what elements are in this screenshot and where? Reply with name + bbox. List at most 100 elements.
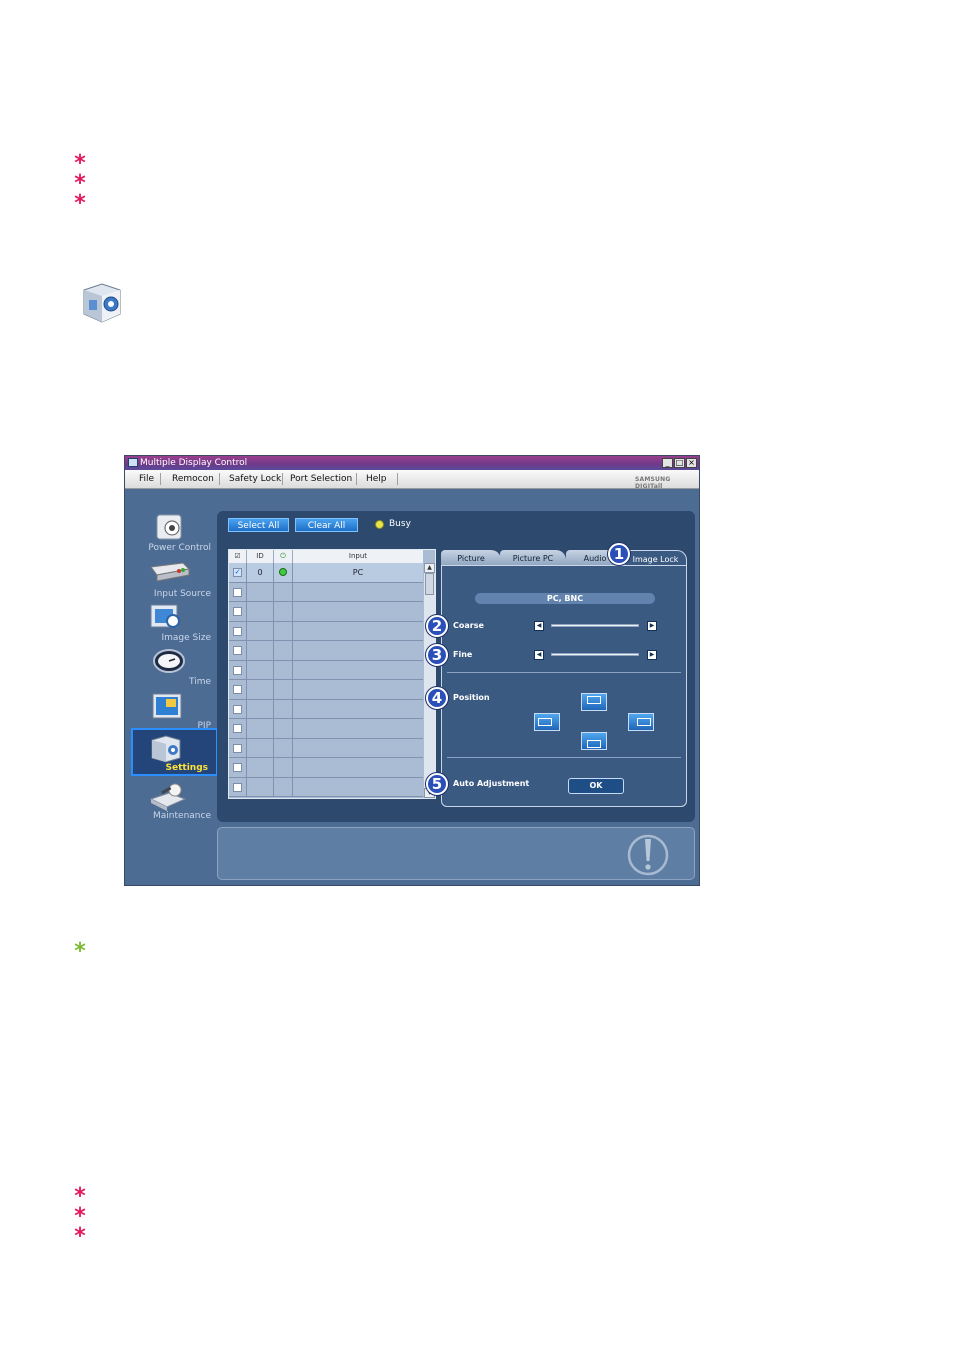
position-up-button[interactable]: [581, 693, 607, 711]
fine-label: Fine: [453, 650, 473, 659]
row-input: [293, 778, 423, 797]
table-row[interactable]: [229, 641, 423, 661]
table-row[interactable]: [229, 621, 423, 641]
table-row[interactable]: [229, 719, 423, 739]
table-row[interactable]: [229, 777, 423, 797]
row-input: [293, 758, 423, 777]
menu-safety-lock[interactable]: Safety Lock: [229, 474, 281, 484]
row-checkbox-cell: [229, 660, 247, 679]
row-checkbox[interactable]: [233, 626, 242, 636]
select-all-button[interactable]: Select All: [228, 518, 289, 532]
menu-file[interactable]: File: [139, 474, 154, 484]
source-label: PC, BNC: [475, 593, 655, 604]
fine-increase-button[interactable]: ▶: [647, 650, 657, 660]
row-status-cell: [274, 621, 293, 640]
row-checkbox[interactable]: [233, 607, 242, 616]
row-checkbox[interactable]: [233, 646, 242, 655]
row-checkbox-cell: [229, 777, 247, 796]
menu-separator: [160, 473, 161, 485]
header-id: ID: [247, 550, 274, 563]
coarse-increase-button[interactable]: ▶: [647, 621, 657, 631]
coarse-decrease-button[interactable]: ◀: [534, 621, 544, 631]
note-star-icon: *: [74, 1184, 86, 1209]
row-checkbox[interactable]: [233, 704, 242, 714]
row-checkbox[interactable]: [233, 782, 242, 792]
sidebar-item-maintenance[interactable]: Maintenance: [131, 779, 217, 823]
header-select-all-checkbox[interactable]: ☑: [229, 550, 247, 563]
fine-slider[interactable]: [551, 653, 639, 656]
row-checkbox[interactable]: [233, 724, 242, 733]
sidebar-item-power-control[interactable]: Power Control: [131, 511, 217, 555]
row-input: [293, 641, 423, 660]
row-checkbox[interactable]: [233, 587, 242, 597]
sidebar-item-image-size[interactable]: Image Size: [131, 601, 217, 645]
menu-separator: [356, 473, 357, 485]
sidebar-item-settings[interactable]: Settings: [131, 728, 218, 776]
table-row[interactable]: [229, 738, 423, 758]
table-row[interactable]: [229, 582, 423, 602]
table-row[interactable]: [229, 758, 423, 778]
grid-scrollbar[interactable]: ▲ ▼: [424, 563, 435, 798]
row-checkbox[interactable]: [233, 665, 242, 675]
row-checkbox-cell: [229, 719, 247, 738]
divider: [447, 757, 681, 758]
callout-1: 1: [608, 543, 630, 565]
maximize-button[interactable]: □: [674, 458, 685, 468]
table-row[interactable]: [229, 680, 423, 700]
row-checkbox-cell: ✓: [229, 563, 247, 582]
minimize-button[interactable]: _: [662, 458, 673, 468]
row-status-cell: [274, 582, 293, 601]
row-id: [247, 699, 274, 718]
sidebar-item-label: Input Source: [153, 589, 211, 599]
tab-picture[interactable]: Picture: [441, 550, 501, 566]
scroll-up-arrow-icon[interactable]: ▲: [424, 563, 435, 573]
position-right-button[interactable]: [628, 713, 654, 731]
table-row[interactable]: [229, 660, 423, 680]
image-size-icon: [150, 604, 180, 628]
coarse-slider[interactable]: [551, 624, 639, 627]
row-checkbox[interactable]: ✓: [233, 568, 242, 577]
sidebar-item-label: Time: [188, 677, 211, 687]
clear-all-button[interactable]: Clear All: [295, 518, 358, 532]
auto-adjustment-ok-button[interactable]: OK: [568, 778, 624, 794]
sidebar-item-input-source[interactable]: Input Source: [131, 557, 217, 601]
callout-2: 2: [426, 615, 448, 637]
row-checkbox-cell: [229, 758, 247, 777]
menu-bar: File Remocon Safety Lock Port Selection …: [125, 470, 699, 490]
tab-picture-pc[interactable]: Picture PC: [500, 550, 566, 566]
position-left-button[interactable]: [534, 713, 560, 731]
position-right-icon: [637, 718, 651, 726]
display-grid: ☑ ID ⏻ Input ✓ 0 PC ▲ ▼: [228, 549, 436, 799]
position-label: Position: [453, 693, 490, 702]
position-down-button[interactable]: [581, 732, 607, 750]
menu-remocon[interactable]: Remocon: [172, 474, 214, 484]
row-id: [247, 582, 274, 601]
callout-3: 3: [426, 644, 448, 666]
fine-decrease-button[interactable]: ◀: [534, 650, 544, 660]
sidebar-item-time[interactable]: Time: [131, 645, 217, 689]
power-on-status-icon: [279, 568, 287, 576]
table-row[interactable]: [229, 699, 423, 719]
row-checkbox[interactable]: [233, 743, 242, 753]
busy-indicator-icon: [375, 520, 384, 529]
busy-label: Busy: [389, 519, 411, 529]
grid-header: ☑ ID ⏻ Input: [229, 550, 423, 564]
row-checkbox[interactable]: [233, 685, 242, 694]
brand-logo: SAMSUNG DIGITall: [635, 476, 671, 490]
time-icon: [153, 649, 185, 673]
sidebar-item-label: Power Control: [148, 543, 211, 553]
menu-separator: [397, 473, 398, 485]
row-id: [247, 641, 274, 660]
table-row[interactable]: [229, 602, 423, 622]
menu-help[interactable]: Help: [366, 474, 387, 484]
sidebar-item-pip[interactable]: PIP: [131, 689, 217, 733]
note-star-icon: *: [74, 1204, 86, 1229]
menu-port-selection[interactable]: Port Selection: [290, 474, 352, 484]
row-checkbox-cell: [229, 680, 247, 699]
settings-page-icon: [80, 280, 124, 324]
row-status-cell: [274, 738, 293, 757]
row-checkbox[interactable]: [233, 763, 242, 772]
scroll-thumb[interactable]: [425, 573, 434, 595]
table-row[interactable]: ✓ 0 PC: [229, 563, 423, 583]
close-button[interactable]: ×: [686, 458, 697, 468]
